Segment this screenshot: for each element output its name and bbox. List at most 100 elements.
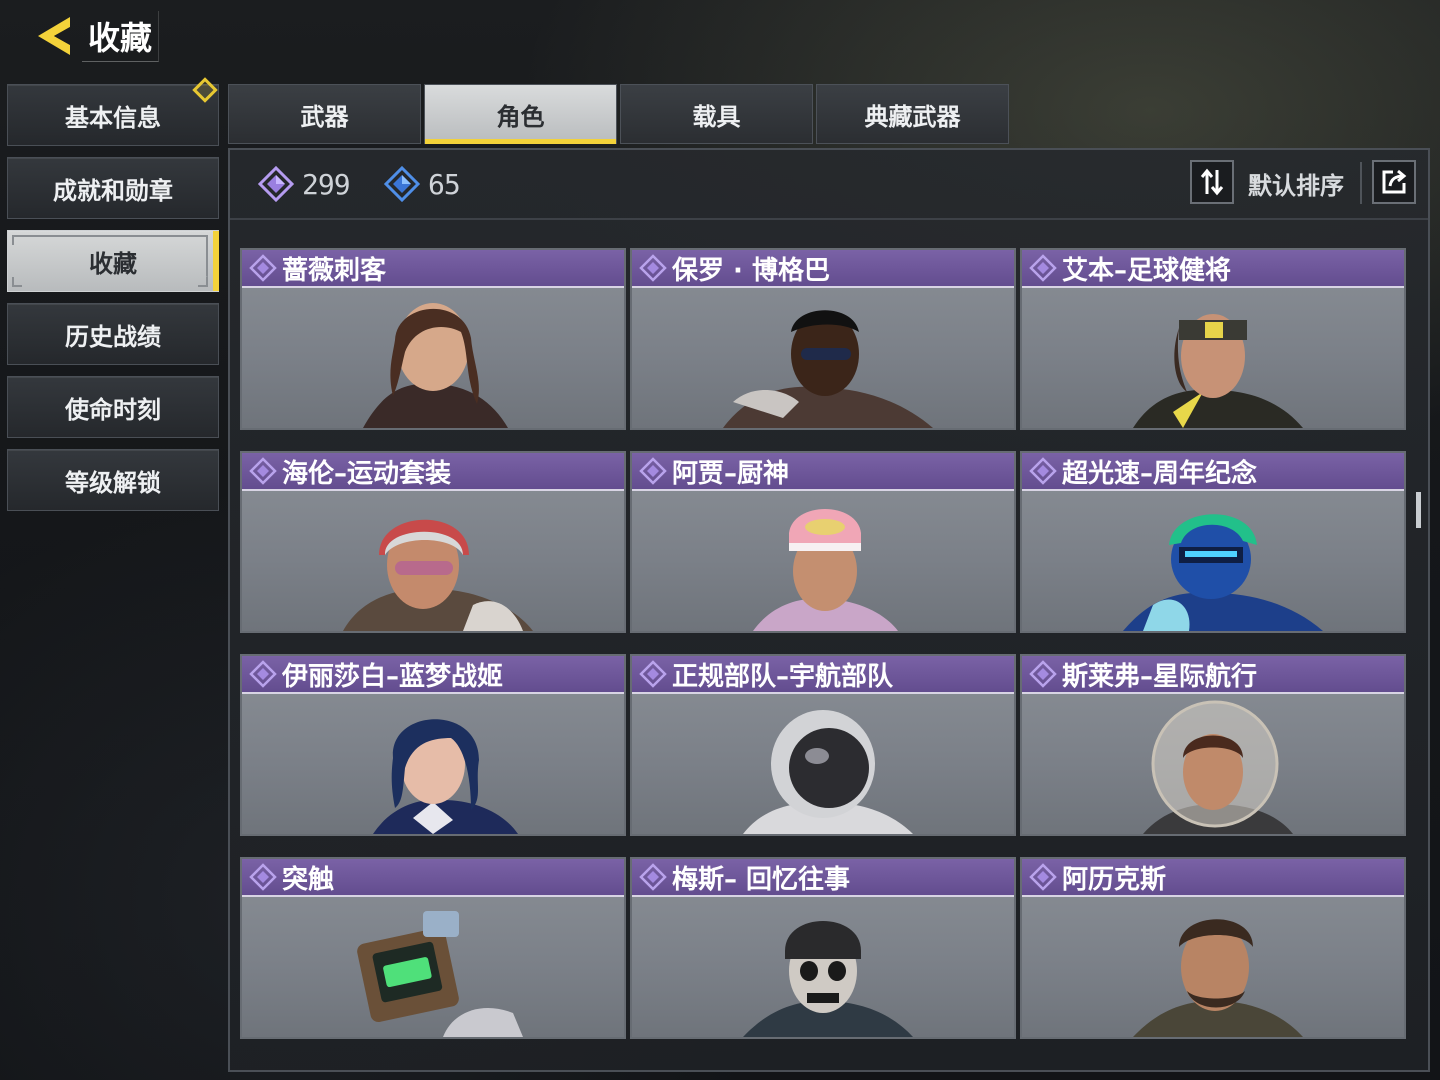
back-button[interactable] (30, 11, 78, 61)
sidebar-item-label: 使命时刻 (65, 395, 161, 424)
character-portrait (242, 288, 624, 428)
character-portrait (242, 897, 624, 1037)
rarity-diamond-icon (246, 454, 280, 488)
character-name: 斯莱弗–星际航行 (1062, 661, 1258, 692)
sort-icon (1200, 168, 1224, 196)
character-portrait (632, 897, 1014, 1037)
rarity-diamond-icon (246, 860, 280, 894)
rarity-diamond-icon (1026, 251, 1060, 285)
character-portrait (632, 491, 1014, 631)
tab-characters[interactable]: 角色 (424, 84, 617, 144)
sidebar-item-label: 等级解锁 (65, 468, 161, 497)
character-card[interactable]: 伊丽莎白–蓝梦战姬 (240, 654, 626, 836)
tab-classic-weapons[interactable]: 典藏武器 (816, 84, 1009, 144)
blue-token-count: 65 (428, 167, 461, 201)
character-card[interactable]: 正规部队–宇航部队 (630, 654, 1016, 836)
sidebar-item-achievements[interactable]: 成就和勋章 (7, 157, 219, 219)
rarity-diamond-icon (636, 860, 670, 894)
character-name: 梅斯– 回忆往事 (672, 864, 851, 895)
sidebar-item-mission-moments[interactable]: 使命时刻 (7, 376, 219, 438)
character-card[interactable]: 蔷薇刺客 (240, 248, 626, 430)
character-name: 正规部队–宇航部队 (672, 661, 894, 692)
rarity-diamond-icon (636, 251, 670, 285)
card-header: 超光速–周年纪念 (1022, 453, 1404, 491)
tab-label: 武器 (300, 102, 349, 131)
tab-label: 载具 (692, 102, 741, 131)
sidebar-item-level-unlocks[interactable]: 等级解锁 (7, 449, 219, 511)
character-portrait (632, 694, 1014, 834)
share-button[interactable] (1372, 160, 1416, 204)
character-name: 超光速–周年纪念 (1062, 458, 1258, 489)
card-header: 保罗 · 博格巴 (632, 250, 1014, 288)
character-name: 阿历克斯 (1062, 864, 1167, 895)
tab-label: 典藏武器 (864, 102, 961, 131)
character-name: 伊丽莎白–蓝梦战姬 (282, 661, 504, 692)
card-header: 蔷薇刺客 (242, 250, 624, 288)
sidebar-item-label: 收藏 (89, 249, 137, 278)
sidebar-item-label: 成就和勋章 (53, 176, 173, 205)
sidebar-item-basic-info[interactable]: 基本信息 (7, 77, 219, 146)
chevron-left-icon (38, 17, 70, 55)
character-portrait (1022, 288, 1404, 428)
sidebar-item-label: 基本信息 (65, 103, 161, 132)
rarity-diamond-icon (1026, 454, 1060, 488)
purple-token-count: 299 (302, 167, 351, 201)
card-header: 艾本–足球健将 (1022, 250, 1404, 288)
tab-label: 角色 (496, 102, 545, 131)
tab-vehicles[interactable]: 载具 (620, 84, 813, 144)
collection-panel: 299 65 默认排序 蔷薇刺客 保罗 · 博格巴 艾本–足球健将 海伦–运动套… (228, 148, 1430, 1072)
share-icon (1382, 169, 1407, 194)
character-card[interactable]: 斯莱弗–星际航行 (1020, 654, 1406, 836)
card-header: 正规部队–宇航部队 (632, 656, 1014, 694)
character-name: 艾本–足球健将 (1062, 255, 1232, 286)
collection-toolbar: 299 65 默认排序 (230, 150, 1428, 220)
character-card[interactable]: 阿贾–厨神 (630, 451, 1016, 633)
category-tabs: 武器 角色 载具 典藏武器 (228, 84, 1012, 144)
card-header: 梅斯– 回忆往事 (632, 859, 1014, 897)
tab-weapons[interactable]: 武器 (228, 84, 421, 144)
character-portrait (1022, 694, 1404, 834)
character-card[interactable]: 突触 (240, 857, 626, 1039)
character-name: 海伦–运动套装 (282, 458, 452, 489)
rarity-diamond-icon (636, 454, 670, 488)
character-card[interactable]: 保罗 · 博格巴 (630, 248, 1016, 430)
rarity-diamond-icon (246, 251, 280, 285)
character-portrait (1022, 491, 1404, 631)
new-indicator-icon (192, 77, 218, 103)
rarity-diamond-icon (246, 657, 280, 691)
character-name: 阿贾–厨神 (672, 458, 790, 489)
card-header: 阿贾–厨神 (632, 453, 1014, 491)
card-header: 阿历克斯 (1022, 859, 1404, 897)
character-portrait (632, 288, 1014, 428)
sort-dropdown[interactable]: 默认排序 (1248, 166, 1344, 201)
character-card[interactable]: 超光速–周年纪念 (1020, 451, 1406, 633)
rarity-diamond-icon (636, 657, 670, 691)
sidebar-item-collection[interactable]: 收藏 (7, 230, 219, 292)
card-header: 海伦–运动套装 (242, 453, 624, 491)
character-name: 保罗 · 博格巴 (672, 255, 830, 286)
sidebar: 基本信息 成就和勋章 收藏 历史战绩 使命时刻 等级解锁 (7, 77, 219, 522)
blue-token-counter: 65 (384, 164, 461, 204)
character-name: 蔷薇刺客 (282, 255, 387, 286)
card-header: 斯莱弗–星际航行 (1022, 656, 1404, 694)
character-portrait (242, 491, 624, 631)
sidebar-item-match-history[interactable]: 历史战绩 (7, 303, 219, 365)
purple-token-counter: 299 (258, 164, 351, 204)
character-portrait (242, 694, 624, 834)
rarity-diamond-icon (1026, 860, 1060, 894)
blue-diamond-icon (384, 166, 420, 202)
sidebar-item-label: 历史战绩 (65, 322, 161, 351)
scrollbar-thumb[interactable] (1416, 492, 1421, 528)
sort-toggle-button[interactable] (1190, 160, 1234, 204)
character-name: 突触 (282, 864, 335, 895)
card-header: 突触 (242, 859, 624, 897)
character-portrait (1022, 897, 1404, 1037)
character-card[interactable]: 海伦–运动套装 (240, 451, 626, 633)
character-card[interactable]: 阿历克斯 (1020, 857, 1406, 1039)
rarity-diamond-icon (1026, 657, 1060, 691)
purple-diamond-icon (258, 166, 294, 202)
card-header: 伊丽莎白–蓝梦战姬 (242, 656, 624, 694)
header: 收藏 (30, 10, 160, 62)
character-card[interactable]: 艾本–足球健将 (1020, 248, 1406, 430)
character-card[interactable]: 梅斯– 回忆往事 (630, 857, 1016, 1039)
